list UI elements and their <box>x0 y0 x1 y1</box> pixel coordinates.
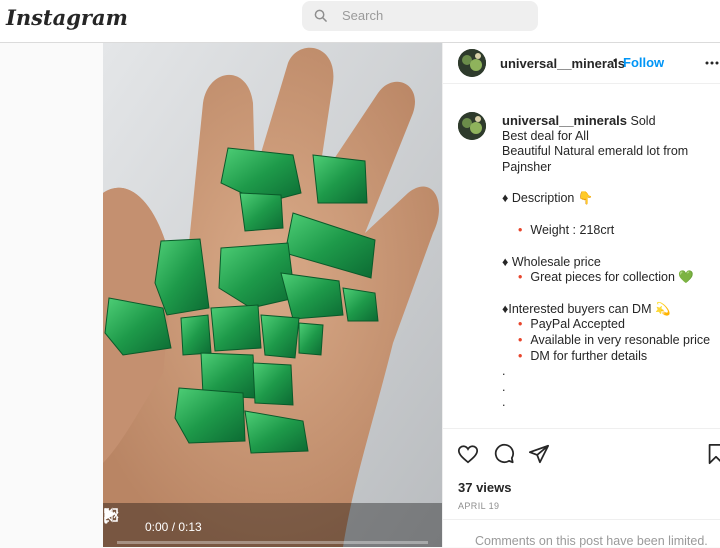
avatar[interactable] <box>458 49 486 77</box>
share-icon[interactable] <box>528 443 550 465</box>
post-panel: universal__minerals • Follow universal__… <box>442 43 720 548</box>
comments-limited-notice: Comments on this post have been limited. <box>443 519 720 548</box>
caption-username[interactable]: universal__minerals <box>502 113 627 128</box>
bullet-text: Available in very resonable price <box>530 332 711 347</box>
description-heading: ♦ Description 👇 <box>502 191 594 206</box>
wholesale-heading: ♦ Wholesale price <box>502 254 601 269</box>
caption-line: Pajnsher <box>502 159 552 174</box>
search-icon <box>314 9 327 22</box>
interested-heading: ♦Interested buyers can DM 💫 <box>502 301 671 316</box>
caption-text: Sold <box>630 114 656 128</box>
bullet-icon: • <box>518 317 523 332</box>
top-navigation-bar: Instagram <box>0 0 720 43</box>
post-options-icon[interactable] <box>705 61 719 65</box>
great-pieces-text: Great pieces for collection 💚 <box>530 270 694 285</box>
bullet-icon: • <box>518 222 523 237</box>
caption-line: Beautiful Natural emerald lot from <box>502 144 689 159</box>
view-count[interactable]: 37 views <box>458 480 512 495</box>
save-bookmark-icon[interactable] <box>705 443 720 465</box>
bullet-icon: • <box>518 270 523 285</box>
comments-limited-text: Comments on this post have been limited. <box>475 534 708 548</box>
video-controls: 0:00 / 0:13 <box>103 507 442 547</box>
caption-avatar[interactable] <box>458 112 486 140</box>
bullet-icon: • <box>518 332 523 347</box>
bullet-text: DM for further details <box>530 348 648 363</box>
avatar-image <box>458 112 486 140</box>
post-date[interactable]: APRIL 19 <box>458 501 499 511</box>
post-username[interactable]: universal__minerals <box>500 56 625 71</box>
avatar-image <box>458 49 486 77</box>
caption-dot: . <box>502 395 506 410</box>
caption-line: Best deal for All <box>502 128 589 143</box>
weight-text: Weight : 218crt <box>530 222 615 237</box>
comment-icon[interactable] <box>493 443 515 465</box>
bullet-text: PayPal Accepted <box>530 317 625 332</box>
like-heart-icon[interactable] <box>457 443 479 465</box>
post-header: universal__minerals • Follow <box>443 43 720 84</box>
bullet-icon: • <box>518 348 523 363</box>
separator-dot: • <box>613 55 617 67</box>
post-caption: universal__minerals Sold Best deal for A… <box>502 113 717 411</box>
post-video[interactable]: 0:00 / 0:13 <box>103 43 442 547</box>
video-progress-bar[interactable] <box>117 541 428 544</box>
more-options-icon[interactable] <box>103 507 109 525</box>
instagram-logo[interactable]: Instagram <box>6 5 128 30</box>
emerald-photo <box>103 43 442 547</box>
video-time: 0:00 / 0:13 <box>145 520 202 534</box>
caption-dot: . <box>502 364 506 379</box>
search-box[interactable] <box>302 1 538 31</box>
caption-dot: . <box>502 379 506 394</box>
search-input[interactable] <box>340 7 524 24</box>
follow-button[interactable]: Follow <box>623 55 664 70</box>
